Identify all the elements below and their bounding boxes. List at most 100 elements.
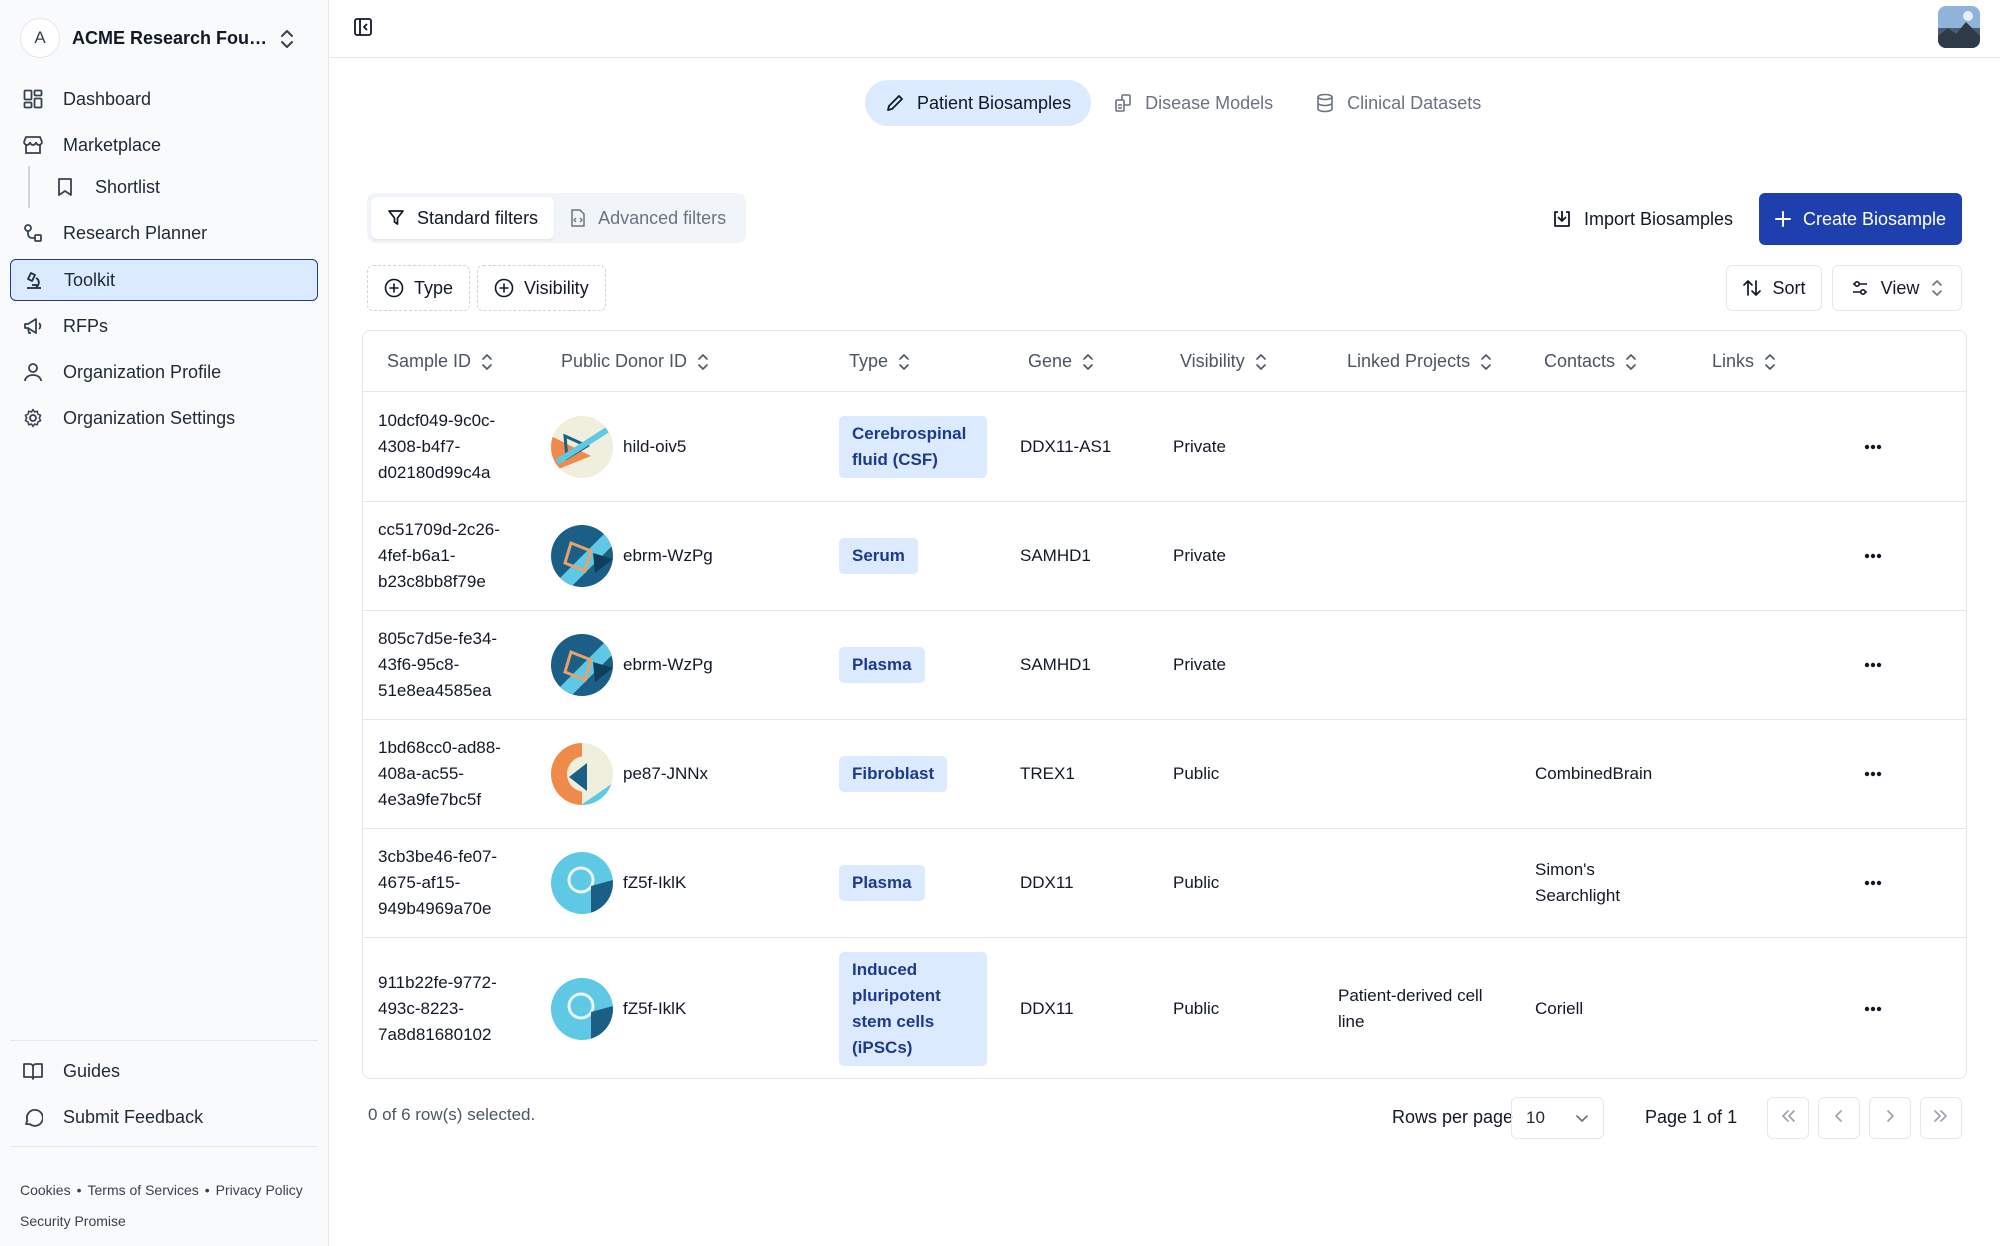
table-row[interactable]: 1bd68cc0-ad88-408a-ac55-4e3a9fe7bc5f pe8… <box>363 720 1966 829</box>
more-horizontal-icon[interactable] <box>1860 997 1886 1021</box>
pencil-icon <box>885 93 905 113</box>
table-row[interactable]: 10dcf049-9c0c-4308-b4f7-d02180d99c4a hil… <box>363 393 1966 502</box>
rows-per-page-select[interactable]: 10 <box>1511 1097 1604 1139</box>
donor-avatar <box>551 634 613 696</box>
donor-avatar <box>551 525 613 587</box>
sample-id-cell: 10dcf049-9c0c-4308-b4f7-d02180d99c4a <box>378 411 496 482</box>
type-cell: Serum <box>839 502 918 610</box>
column-header-gene[interactable]: Gene <box>1028 331 1094 392</box>
sample-id-cell: 3cb3be46-fe07-4675-af15-949b4969a70e <box>378 847 498 918</box>
nav-research-planner[interactable]: Research Planner <box>10 212 318 254</box>
privacy-link[interactable]: Privacy Policy <box>216 1182 303 1198</box>
legal-links: Cookies • Terms of Services • Privacy Policy… <box>20 1175 303 1237</box>
chevron-left-icon <box>1834 1109 1844 1128</box>
nav-marketplace[interactable]: Marketplace <box>10 124 318 166</box>
type-cell: Cerebrospinal fluid (CSF) <box>839 393 987 501</box>
message-circle-icon <box>22 1106 44 1128</box>
donor-avatar <box>551 416 613 478</box>
tab-disease-models[interactable]: Disease Models <box>1093 80 1293 126</box>
nav-shortlist[interactable]: Shortlist <box>42 166 318 208</box>
type-filter-label: Type <box>414 277 454 298</box>
column-header-label: Type <box>849 351 889 371</box>
user-avatar[interactable] <box>1938 6 1980 48</box>
next-page-button[interactable] <box>1869 1097 1911 1139</box>
plus-circle-icon <box>494 278 514 298</box>
tab-clinical-datasets[interactable]: Clinical Datasets <box>1295 80 1501 126</box>
tab-patient-biosamples[interactable]: Patient Biosamples <box>865 80 1092 126</box>
column-header-linked-projects[interactable]: Linked Projects <box>1347 331 1492 392</box>
linked-projects-cell <box>1338 829 1498 937</box>
table-row[interactable]: cc51709d-2c26-4fef-b6a1-b23c8bb8f79e ebr… <box>363 502 1966 611</box>
nav-rfps[interactable]: RFPs <box>10 305 318 347</box>
nav-sub-line <box>28 166 30 208</box>
sort-chevrons-icon <box>481 353 493 371</box>
org-name: ACME Research Founda... <box>72 27 272 48</box>
table-row[interactable]: 805c7d5e-fe34-43f6-95c8-51e8ea4585ea ebr… <box>363 611 1966 720</box>
import-biosamples-button[interactable]: Import Biosamples <box>1540 193 1745 245</box>
more-horizontal-icon[interactable] <box>1860 544 1886 568</box>
user-icon <box>22 361 44 383</box>
view-button[interactable]: View <box>1832 265 1962 311</box>
gene-cell: TREX1 <box>1020 764 1075 783</box>
donor-id-text: ebrm-WzPg <box>623 655 713 674</box>
column-header-donor-id[interactable]: Public Donor ID <box>561 331 709 392</box>
table-row[interactable]: 911b22fe-9772-493c-8223-7a8d81680102 fZ5… <box>363 938 1966 1078</box>
create-biosample-button[interactable]: Create Biosample <box>1759 193 1962 245</box>
column-header-label: Visibility <box>1180 351 1245 371</box>
nav-guides[interactable]: Guides <box>10 1050 318 1092</box>
visibility-filter-chip[interactable]: Visibility <box>477 265 606 311</box>
contacts-cell: CombinedBrain <box>1535 764 1653 783</box>
advanced-filters-button[interactable]: Advanced filters <box>554 197 742 239</box>
pagination-bar: 0 of 6 row(s) selected. Rows per page 10… <box>362 1095 1967 1139</box>
column-header-contacts[interactable]: Contacts <box>1544 331 1637 392</box>
table-row[interactable]: 3cb3be46-fe07-4675-af15-949b4969a70e fZ5… <box>363 829 1966 938</box>
visibility-cell: Private <box>1173 655 1226 674</box>
type-filter-chip[interactable]: Type <box>367 265 471 311</box>
sort-chevrons-icon <box>898 353 910 371</box>
column-header-label: Contacts <box>1544 351 1616 371</box>
contacts-cell: Coriell <box>1535 998 1584 1018</box>
visibility-cell: Public <box>1173 764 1220 783</box>
more-horizontal-icon[interactable] <box>1860 653 1886 677</box>
nav-submit-feedback[interactable]: Submit Feedback <box>10 1096 318 1138</box>
nav-dashboard[interactable]: Dashboard <box>10 78 318 120</box>
nav-org-settings[interactable]: Organization Settings <box>10 397 318 439</box>
visibility-cell: Private <box>1173 437 1226 456</box>
category-tabs: Patient Biosamples Disease Models Clinic… <box>865 80 1503 126</box>
column-header-label: Linked Projects <box>1347 351 1471 371</box>
sort-chevrons-icon <box>1082 353 1094 371</box>
first-page-button[interactable] <box>1767 1097 1809 1139</box>
more-horizontal-icon[interactable] <box>1860 435 1886 459</box>
filter-icon <box>387 209 405 227</box>
more-horizontal-icon[interactable] <box>1860 871 1886 895</box>
standard-filters-button[interactable]: Standard filters <box>371 197 555 239</box>
type-badge: Cerebrospinal fluid (CSF) <box>839 416 987 478</box>
security-link[interactable]: Security Promise <box>20 1213 126 1229</box>
plus-icon <box>1774 211 1791 227</box>
contacts-cell <box>1535 502 1675 610</box>
column-header-links[interactable]: Links <box>1712 331 1776 392</box>
nav-toolkit[interactable]: Toolkit <box>10 259 318 301</box>
sort-button[interactable]: Sort <box>1726 265 1822 311</box>
last-page-button[interactable] <box>1920 1097 1962 1139</box>
org-avatar: A <box>20 18 60 58</box>
org-switcher[interactable]: A ACME Research Founda... <box>20 18 315 58</box>
linked-projects-cell: Patient-derived cell line <box>1338 985 1483 1031</box>
flask-icon <box>1113 93 1133 113</box>
more-horizontal-icon[interactable] <box>1860 762 1886 786</box>
visibility-filter-label: Visibility <box>524 277 589 298</box>
separator: • <box>204 1182 210 1198</box>
terms-link[interactable]: Terms of Services <box>88 1182 199 1198</box>
cookies-link[interactable]: Cookies <box>20 1182 71 1198</box>
previous-page-button[interactable] <box>1818 1097 1860 1139</box>
sample-id-cell: 911b22fe-9772-493c-8223-7a8d81680102 <box>378 972 497 1044</box>
column-header-type[interactable]: Type <box>849 331 910 392</box>
panel-left-close-icon[interactable] <box>352 16 374 38</box>
sort-chevrons-icon <box>1480 353 1492 371</box>
column-header-sample-id[interactable]: Sample ID <box>387 331 493 392</box>
linked-projects-cell <box>1338 502 1498 610</box>
column-header-visibility[interactable]: Visibility <box>1180 331 1267 392</box>
database-icon <box>1315 93 1335 113</box>
nav-org-profile[interactable]: Organization Profile <box>10 351 318 393</box>
tab-disease-models-label: Disease Models <box>1145 92 1274 113</box>
